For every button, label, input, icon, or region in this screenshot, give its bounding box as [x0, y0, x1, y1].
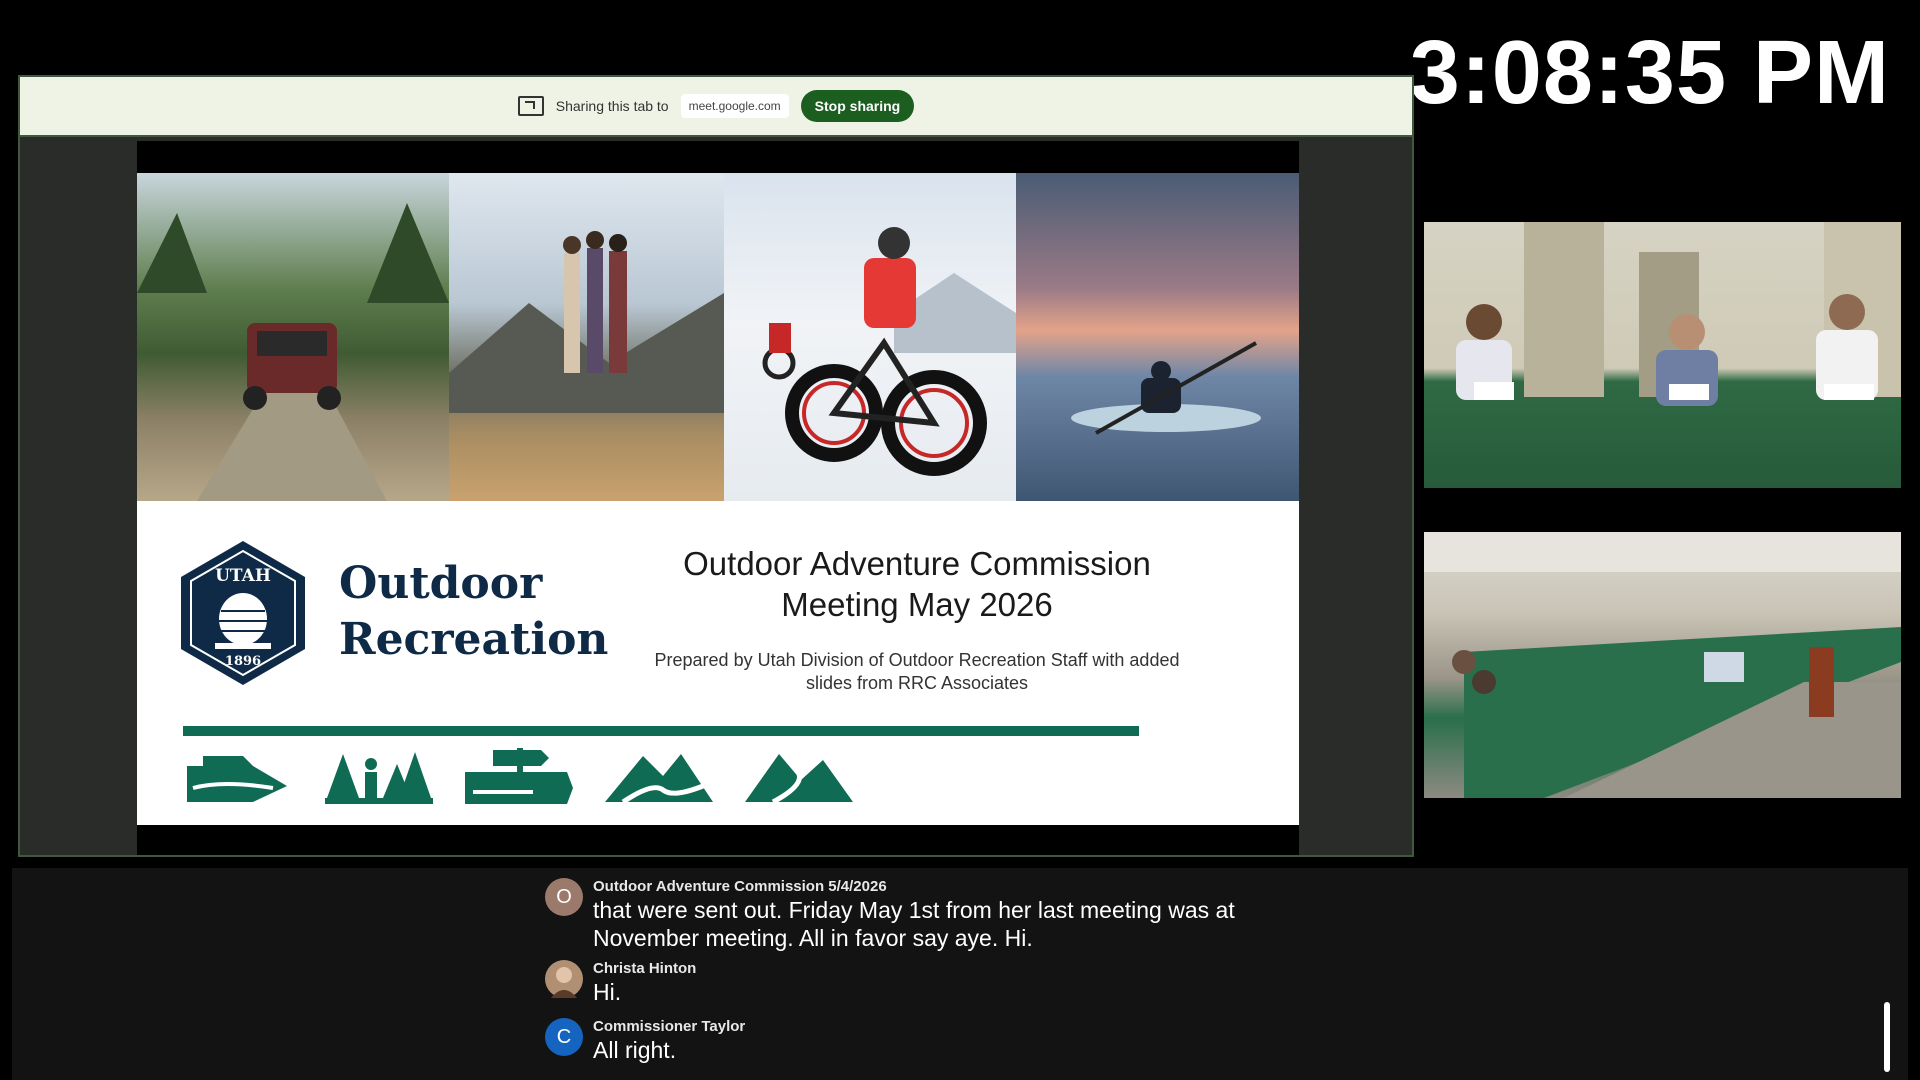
captions-panel: O Outdoor Adventure Commission 5/4/2026 … — [12, 868, 1908, 1080]
wordmark-line2: Recreation — [339, 614, 609, 665]
slide-subtitle-line1: Prepared by Utah Division of Outdoor Rec… — [654, 650, 1180, 670]
presentation-slide: UTAH 1896 Outdoor Recreation Outdoor Adv… — [137, 141, 1299, 855]
caption-line: that were sent out. Friday May 1st from … — [593, 897, 1235, 923]
wordmark-line1: Outdoor — [339, 558, 543, 609]
trees-person-icon — [325, 752, 433, 804]
caption-entry: C Commissioner Taylor All right. — [545, 1018, 745, 1064]
caption-speaker: Commissioner Taylor — [593, 1018, 746, 1035]
avatar: C — [545, 1018, 583, 1056]
stop-sharing-button[interactable]: Stop sharing — [800, 90, 915, 122]
shared-screen-panel: Sharing this tab to meet.google.com Stop… — [18, 75, 1414, 857]
svg-text:1896: 1896 — [225, 654, 261, 669]
photo-hikers — [449, 173, 724, 501]
photo-fat-bike — [724, 173, 1016, 501]
caption-line: All right. — [593, 1037, 677, 1063]
sharing-label: Sharing this tab to — [555, 98, 669, 114]
slide-title-line1: Outdoor Adventure Commission — [683, 545, 1151, 582]
mountain-road-icon — [745, 754, 853, 805]
slide-subtitle-line2: slides from RRC Associates — [805, 673, 1029, 693]
trail-sign-icon — [465, 748, 573, 804]
caption-entry: O Outdoor Adventure Commission 5/4/2026 … — [545, 878, 1235, 952]
captions-scrollbar[interactable] — [1884, 1002, 1890, 1072]
avatar: O — [545, 878, 583, 916]
caption-speaker: Outdoor Adventure Commission 5/4/2026 — [593, 878, 887, 895]
outdoor-recreation-wordmark: Outdoor Recreation — [339, 556, 608, 668]
slide-title-area: UTAH 1896 Outdoor Recreation Outdoor Adv… — [137, 501, 1299, 825]
caption-speaker: Christa Hinton — [593, 960, 697, 977]
video-tile-room[interactable] — [1424, 532, 1901, 798]
slide-title: Outdoor Adventure Commission Meeting May… — [657, 543, 1177, 625]
caption-line: Hi. — [593, 979, 622, 1005]
sharing-url: meet.google.com — [680, 94, 789, 118]
sharing-bar: Sharing this tab to meet.google.com Stop… — [20, 77, 1412, 137]
boat-icon — [187, 756, 287, 802]
clock-time: 3:08:35 PM — [1409, 23, 1890, 123]
video-tile-panel[interactable] — [1424, 222, 1901, 488]
mountain-river-icon — [605, 754, 713, 805]
screen-share-icon — [517, 96, 544, 116]
avatar — [545, 960, 583, 998]
svg-text:UTAH: UTAH — [215, 566, 271, 586]
divider-rule — [183, 726, 1139, 736]
utah-seal-logo: UTAH 1896 — [181, 541, 305, 685]
slide-title-line2: Meeting May 2026 — [781, 586, 1053, 623]
activity-icons — [183, 746, 855, 806]
photo-strip — [137, 173, 1299, 501]
photo-offroad-vehicle — [137, 173, 449, 501]
caption-entry: Christa Hinton Hi. — [545, 960, 696, 1006]
photo-kayaker — [1016, 173, 1299, 501]
caption-line: November meeting. All in favor say aye. … — [593, 925, 1033, 951]
slide-subtitle: Prepared by Utah Division of Outdoor Rec… — [647, 649, 1187, 695]
